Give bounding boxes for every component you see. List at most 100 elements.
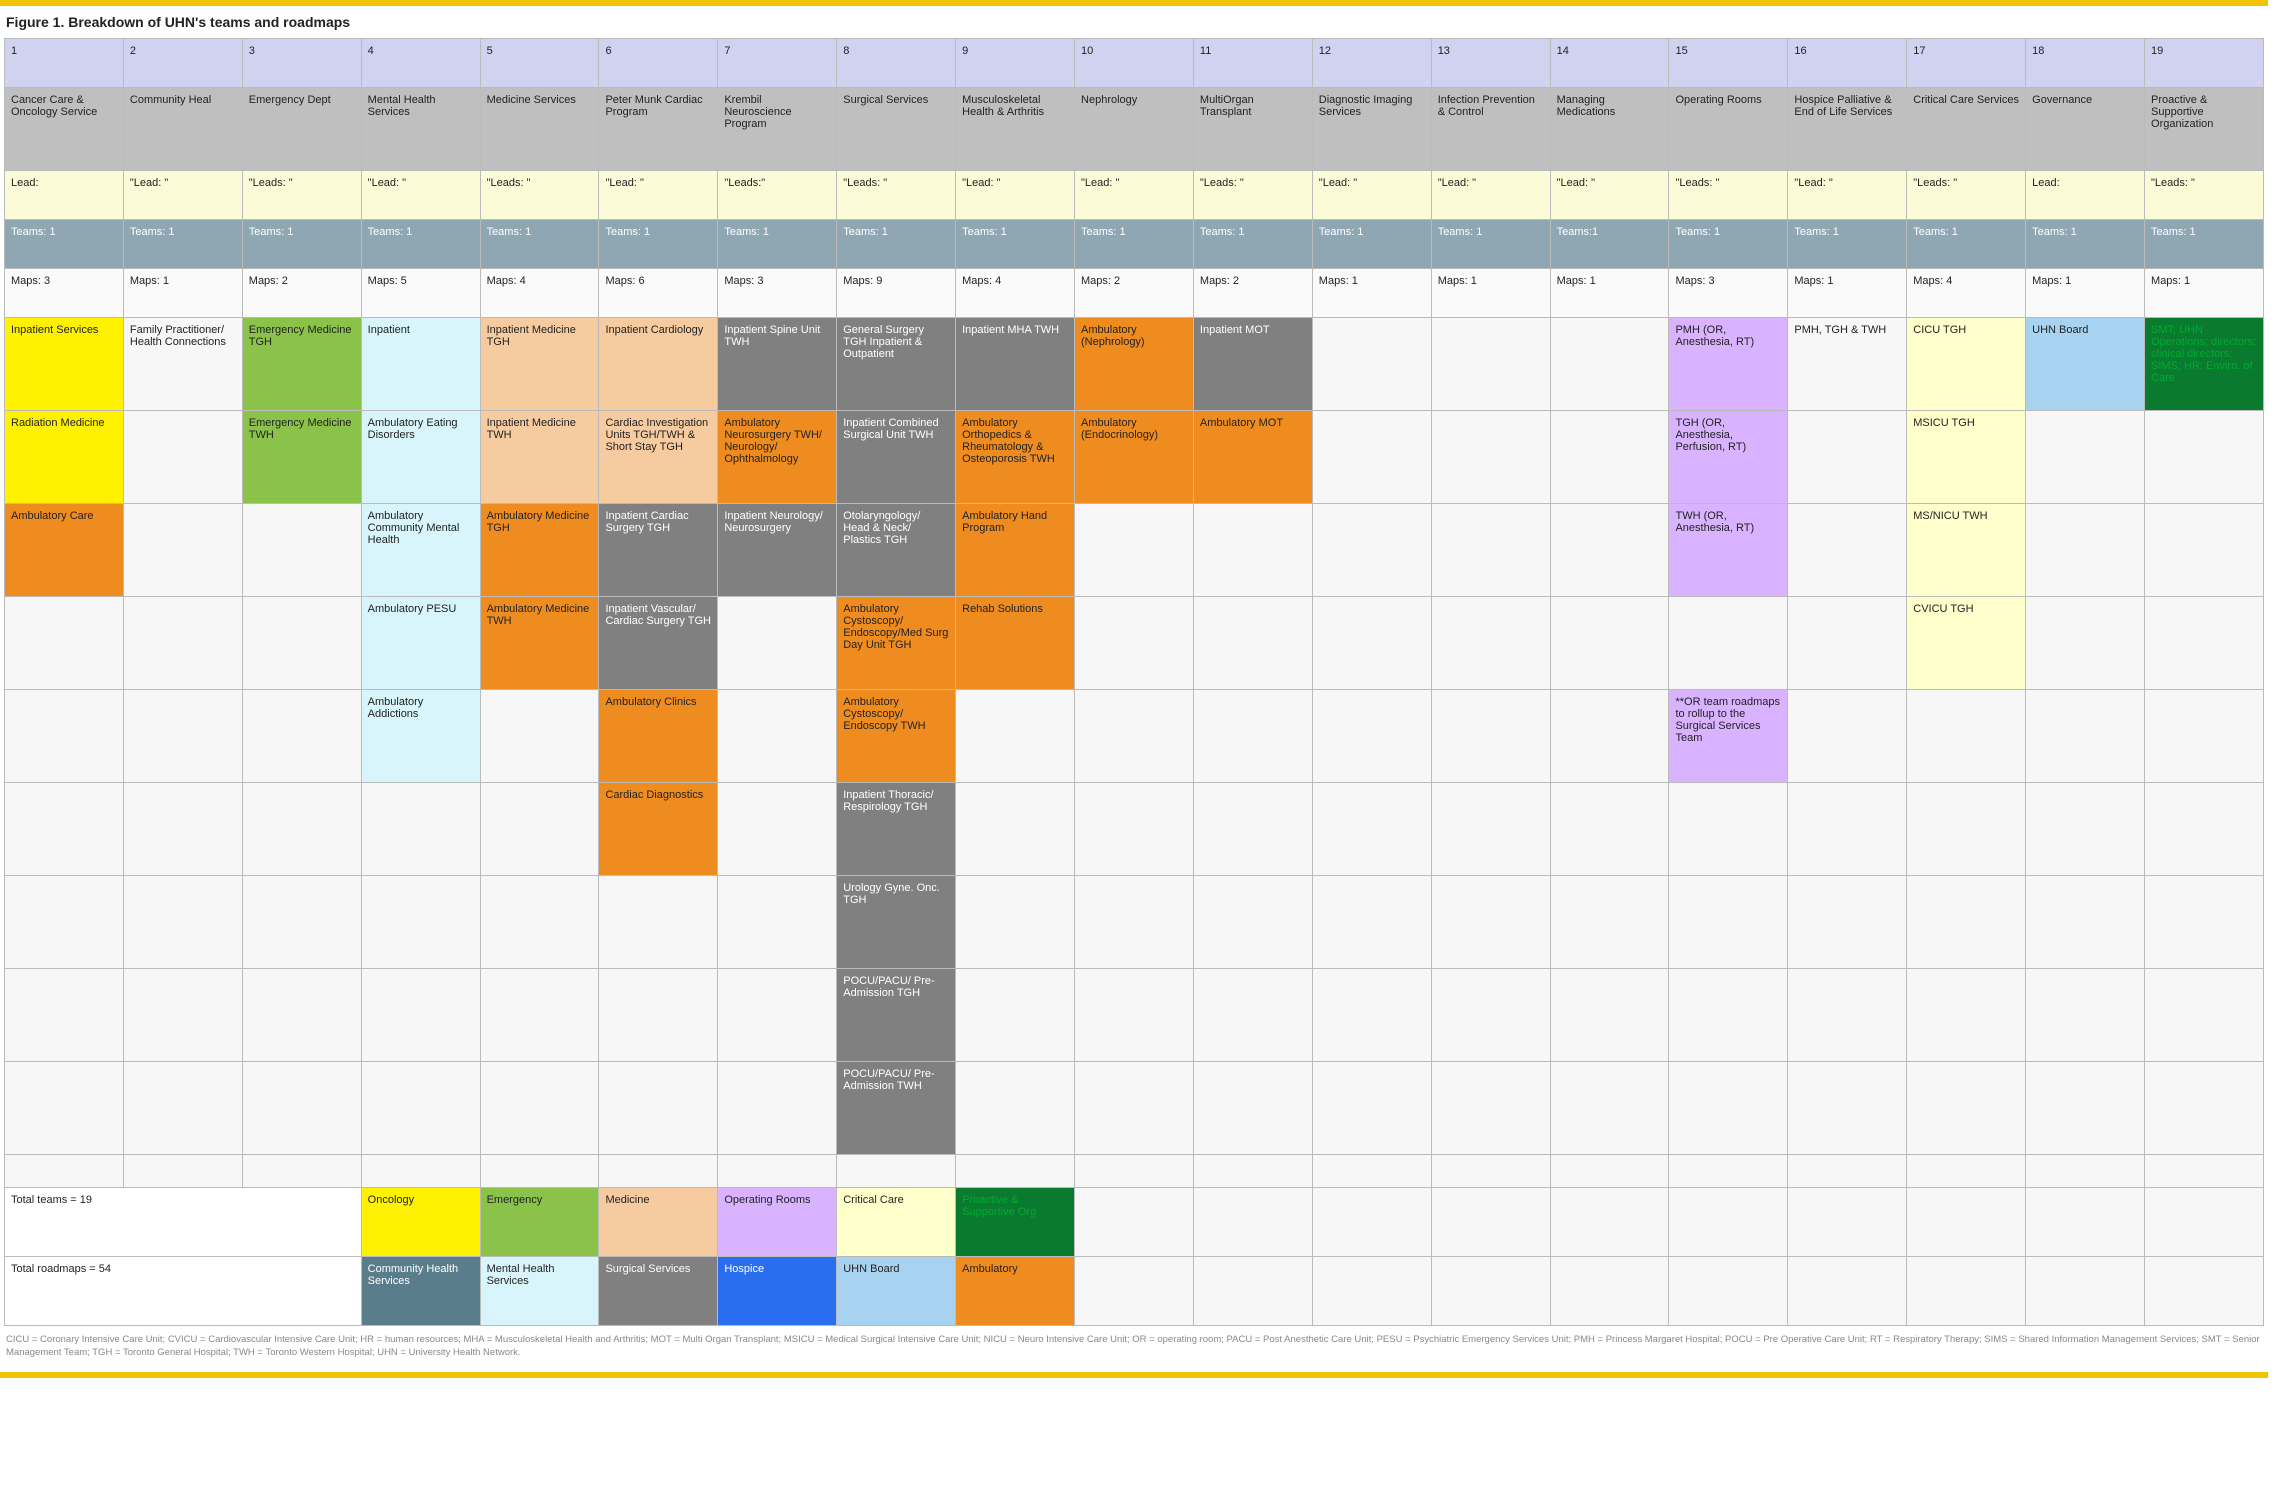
col-team-name: Surgical Services	[837, 88, 956, 171]
col-maps-count: Maps: 2	[1075, 269, 1194, 318]
spacer	[123, 1155, 242, 1188]
roadmap-cell	[1669, 1062, 1788, 1155]
col-number: 16	[1788, 39, 1907, 88]
roadmap-cell	[123, 504, 242, 597]
cell	[1907, 1257, 2026, 1326]
col-teams-count: Teams: 1	[1788, 220, 1907, 269]
roadmap-cell: Rehab Solutions	[956, 597, 1075, 690]
roadmap-cell: POCU/PACU/ Pre-Admission TGH	[837, 969, 956, 1062]
roadmap-cell: Inpatient Spine Unit TWH	[718, 318, 837, 411]
roadmap-cell	[1431, 318, 1550, 411]
roadmap-cell	[123, 876, 242, 969]
legend-swatch: Operating Rooms	[718, 1188, 837, 1257]
col-teams-count: Teams: 1	[1312, 220, 1431, 269]
roadmap-cell: Ambulatory Care	[5, 504, 124, 597]
spacer	[361, 1155, 480, 1188]
col-lead: "Leads: "	[1193, 171, 1312, 220]
col-maps-count: Maps: 6	[599, 269, 718, 318]
col-lead: Lead:	[2026, 171, 2145, 220]
col-maps-count: Maps: 9	[837, 269, 956, 318]
roadmap-cell	[956, 1062, 1075, 1155]
roadmap-cell: Inpatient Combined Surgical Unit TWH	[837, 411, 956, 504]
col-maps-count: Maps: 1	[1312, 269, 1431, 318]
roadmap-cell: MSICU TGH	[1907, 411, 2026, 504]
col-lead: "Lead: "	[1788, 171, 1907, 220]
col-number: 7	[718, 39, 837, 88]
col-teams-count: Teams: 1	[956, 220, 1075, 269]
spacer	[5, 1155, 124, 1188]
roadmap-cell	[1312, 1062, 1431, 1155]
roadmap-cell: Inpatient Medicine TWH	[480, 411, 599, 504]
roadmap-cell	[599, 1062, 718, 1155]
legend-swatch: Critical Care	[837, 1188, 956, 1257]
roadmap-cell	[1312, 690, 1431, 783]
col-team-name: Infection Prevention & Control	[1431, 88, 1550, 171]
col-lead: "Leads: "	[1907, 171, 2026, 220]
col-team-name: Krembil Neuroscience Program	[718, 88, 837, 171]
col-lead: "Lead: "	[123, 171, 242, 220]
col-team-name: Governance	[2026, 88, 2145, 171]
legend-swatch: Medicine	[599, 1188, 718, 1257]
legend-swatch: Emergency	[480, 1188, 599, 1257]
roadmap-cell	[1193, 597, 1312, 690]
col-team-name: Critical Care Services	[1907, 88, 2026, 171]
roadmap-cell	[2026, 411, 2145, 504]
cell	[1075, 1188, 1194, 1257]
cell	[1788, 1188, 1907, 1257]
roadmap-cell	[1312, 783, 1431, 876]
roadmap-cell	[242, 783, 361, 876]
roadmap-cell	[1788, 876, 1907, 969]
col-number: 6	[599, 39, 718, 88]
roadmap-cell	[1550, 783, 1669, 876]
cell	[2145, 1257, 2264, 1326]
roadmap-cell: UHN Board	[2026, 318, 2145, 411]
roadmap-cell: Ambulatory Cystoscopy/ Endoscopy/Med Sur…	[837, 597, 956, 690]
cell	[1431, 1257, 1550, 1326]
col-teams-count: Teams: 1	[599, 220, 718, 269]
roadmap-cell: Radiation Medicine	[5, 411, 124, 504]
col-maps-count: Maps: 1	[1550, 269, 1669, 318]
roadmap-cell	[2026, 504, 2145, 597]
roadmap-cell	[1075, 1062, 1194, 1155]
roadmap-cell	[1431, 411, 1550, 504]
roadmap-cell	[2026, 1062, 2145, 1155]
roadmap-cell: Inpatient Cardiac Surgery TGH	[599, 504, 718, 597]
roadmap-cell	[1907, 1062, 2026, 1155]
col-teams-count: Teams: 1	[1431, 220, 1550, 269]
spacer	[1550, 1155, 1669, 1188]
col-team-name: Diagnostic Imaging Services	[1312, 88, 1431, 171]
roadmap-cell: Ambulatory Medicine TGH	[480, 504, 599, 597]
roadmap-cell: Ambulatory Community Mental Health	[361, 504, 480, 597]
spacer	[1075, 1155, 1194, 1188]
cell	[1431, 1188, 1550, 1257]
roadmap-cell	[242, 504, 361, 597]
roadmap-cell: Ambulatory MOT	[1193, 411, 1312, 504]
col-lead: "Lead: "	[1075, 171, 1194, 220]
roadmap-cell: Cardiac Investigation Units TGH/TWH & Sh…	[599, 411, 718, 504]
roadmap-cell	[1669, 783, 1788, 876]
roadmap-cell	[1075, 597, 1194, 690]
roadmap-cell	[480, 1062, 599, 1155]
spacer	[599, 1155, 718, 1188]
col-lead: "Lead: "	[1550, 171, 1669, 220]
roadmap-cell	[1788, 1062, 1907, 1155]
col-lead: "Lead: "	[361, 171, 480, 220]
spacer	[837, 1155, 956, 1188]
roadmap-cell	[1431, 783, 1550, 876]
roadmap-cell	[2145, 969, 2264, 1062]
col-number: 4	[361, 39, 480, 88]
col-maps-count: Maps: 4	[1907, 269, 2026, 318]
roadmap-cell	[242, 690, 361, 783]
spacer	[1312, 1155, 1431, 1188]
cell	[1550, 1257, 1669, 1326]
spacer	[718, 1155, 837, 1188]
roadmap-cell	[1788, 504, 1907, 597]
roadmap-cell	[718, 876, 837, 969]
roadmap-cell: Ambulatory Orthopedics & Rheumatology & …	[956, 411, 1075, 504]
cell	[1788, 1257, 1907, 1326]
roadmap-cell	[1312, 318, 1431, 411]
roadmap-cell	[123, 969, 242, 1062]
cell	[1193, 1257, 1312, 1326]
roadmap-cell	[480, 876, 599, 969]
roadmap-cell	[123, 411, 242, 504]
